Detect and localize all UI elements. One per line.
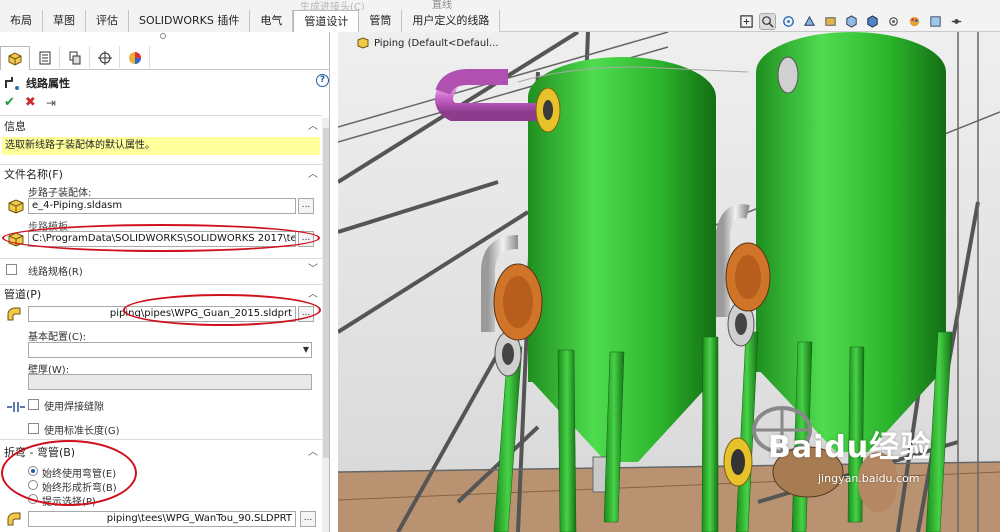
zoom-fit-icon[interactable] (738, 13, 755, 30)
display-manager-tab-icon[interactable] (120, 46, 150, 70)
pm-title: 线路属性 (26, 77, 70, 90)
apply-scene-icon[interactable] (927, 13, 944, 30)
ribbon-tab[interactable]: 草图 (43, 10, 86, 32)
bend-option-radio[interactable] (28, 494, 38, 504)
separator (0, 258, 322, 259)
hide-show-items-icon[interactable] (885, 13, 902, 30)
template-assembly-icon (8, 232, 24, 247)
ribbon-tab[interactable]: 电气 (250, 10, 294, 32)
section-view-icon[interactable] (801, 13, 818, 30)
help-icon[interactable]: ? (316, 74, 329, 87)
info-message: 选取新线路子装配体的默认属性。 (2, 137, 320, 155)
bend-option-radio[interactable] (28, 466, 38, 476)
separator (0, 284, 322, 285)
separator (0, 164, 322, 165)
ok-check-icon[interactable]: ✔ (4, 95, 15, 110)
dropdown-arrow-icon[interactable]: ▼ (303, 343, 309, 357)
browse-button[interactable]: ... (298, 231, 314, 247)
pipe-file-field[interactable]: piping\pipes\WPG_Guan_2015.sldprt (28, 306, 296, 322)
info-section-header[interactable]: 信息 ︿ (0, 118, 322, 136)
filename-section-label: 文件名称(F) (4, 168, 63, 181)
route-properties-icon (5, 77, 19, 90)
bend-option-label: 始终形成折弯(B) (42, 483, 117, 494)
pipe-section-label: 管道(P) (4, 288, 42, 301)
bends-section-label: 折弯 - 弯管(B) (4, 446, 76, 459)
elbow-file-field[interactable]: piping\tees\WPG_WanTou_90.SLDPRT (28, 511, 296, 527)
panel-grip-icon[interactable] (160, 33, 166, 39)
command-manager-tabs: 生成进接头(C) 直线 布局 草图 评估 SOLIDWORKS 插件 电气 管道设计 管筒用… (0, 0, 1000, 32)
view-settings-icon[interactable] (948, 13, 965, 30)
browse-button[interactable]: ... (298, 306, 314, 322)
property-manager-tab-icon[interactable] (30, 46, 60, 70)
ribbon-tab[interactable]: 管道设计 (293, 10, 360, 32)
graphics-area[interactable]: Piping (Default<Defaul... Baidu经验 jingya… (338, 32, 1000, 532)
configuration-manager-tab-icon[interactable] (60, 46, 90, 70)
base-config-label: 基本配置(C): (28, 332, 87, 343)
browse-button[interactable]: ... (300, 511, 316, 527)
elbow-part-icon (7, 512, 21, 526)
ribbon-tab[interactable]: 管筒 (359, 10, 403, 32)
separator (0, 115, 322, 116)
weld-gap-checkbox[interactable] (28, 399, 39, 410)
bend-option-radio[interactable] (28, 480, 38, 490)
edit-appearance-icon[interactable] (906, 13, 923, 30)
pipe-part-icon (7, 307, 21, 321)
dynamic-annotation-icon[interactable] (822, 13, 839, 30)
weld-gap-label: 使用焊接缝隙 (44, 402, 104, 413)
ribbon-tab[interactable]: 布局 (0, 10, 43, 32)
route-spec-label: 线路规格(R) (28, 267, 83, 278)
ribbon-tab[interactable]: 用户定义的线路 (402, 10, 501, 32)
bends-section-header[interactable]: 折弯 - 弯管(B) ︿ (0, 444, 322, 462)
info-section-label: 信息 (4, 120, 26, 133)
watermark-logo: Baidu经验 (768, 430, 932, 465)
tree-root-label: Piping (Default<Defaul... (374, 37, 499, 49)
ribbon-tab[interactable]: SOLIDWORKS 插件 (129, 10, 251, 32)
pm-header: 线路属性 (4, 75, 70, 91)
cancel-x-icon[interactable]: ✖ (25, 95, 36, 110)
pm-action-buttons: ✔ ✖ ⇥ (4, 95, 56, 110)
weld-gap-icon (7, 402, 25, 412)
bend-option-label: 提示选择(P) (42, 497, 96, 508)
watermark-url: jingyan.baidu.com (818, 472, 920, 485)
heads-up-view-toolbar (738, 13, 965, 30)
wall-thickness-field[interactable] (28, 374, 312, 390)
route-subassembly-label: 步路子装配体: (28, 188, 92, 199)
feature-tree-flyout[interactable]: Piping (Default<Defaul... (356, 36, 499, 50)
route-template-field[interactable]: C:\ProgramData\SOLIDWORKS\SOLIDWORKS 201… (28, 231, 296, 247)
dimxpert-manager-tab-icon[interactable] (90, 46, 120, 70)
route-spec-checkbox[interactable] (6, 264, 17, 275)
display-style-icon[interactable] (864, 13, 881, 30)
browse-button[interactable]: ... (298, 198, 314, 214)
keep-visible-pin-icon[interactable]: ⇥ (46, 96, 56, 110)
collapse-chevron-icon[interactable]: ︿ (308, 286, 318, 304)
std-length-checkbox[interactable] (28, 423, 39, 434)
assembly-icon (8, 199, 24, 214)
pipe-section-header[interactable]: 管道(P) ︿ (0, 286, 322, 304)
std-length-label: 使用标准长度(G) (44, 426, 120, 437)
view-orientation-icon[interactable] (843, 13, 860, 30)
scrollbar-thumb[interactable] (323, 128, 329, 458)
expand-chevron[interactable]: ﹀ (300, 261, 320, 279)
part-tree-icon (357, 37, 369, 49)
feature-manager-tab-icon[interactable] (0, 46, 30, 70)
pm-scrollbar[interactable] (322, 118, 329, 532)
collapse-chevron-icon[interactable]: ︿ (308, 444, 318, 462)
ribbon-tab[interactable]: 评估 (86, 10, 129, 32)
base-config-select[interactable]: ▼ (28, 342, 312, 358)
filename-section-header[interactable]: 文件名称(F) ︿ (0, 166, 322, 184)
baidu-watermark: Baidu经验 jingyan.baidu.com (768, 422, 932, 485)
collapse-chevron-icon[interactable]: ︿ (308, 166, 318, 184)
separator (0, 439, 322, 440)
bend-option-label: 始终使用弯管(E) (42, 469, 117, 480)
previous-view-icon[interactable] (780, 13, 797, 30)
route-property-manager: 线路属性 ? ✔ ✖ ⇥ 信息 ︿ 选取新线路子装配体的默认属性。 文件名称(F… (0, 32, 330, 532)
collapse-chevron-icon[interactable]: ︿ (308, 118, 318, 136)
manager-tabs (0, 46, 329, 70)
route-subassembly-field[interactable]: e_4-Piping.sldasm (28, 198, 296, 214)
zoom-area-icon[interactable] (759, 13, 776, 30)
